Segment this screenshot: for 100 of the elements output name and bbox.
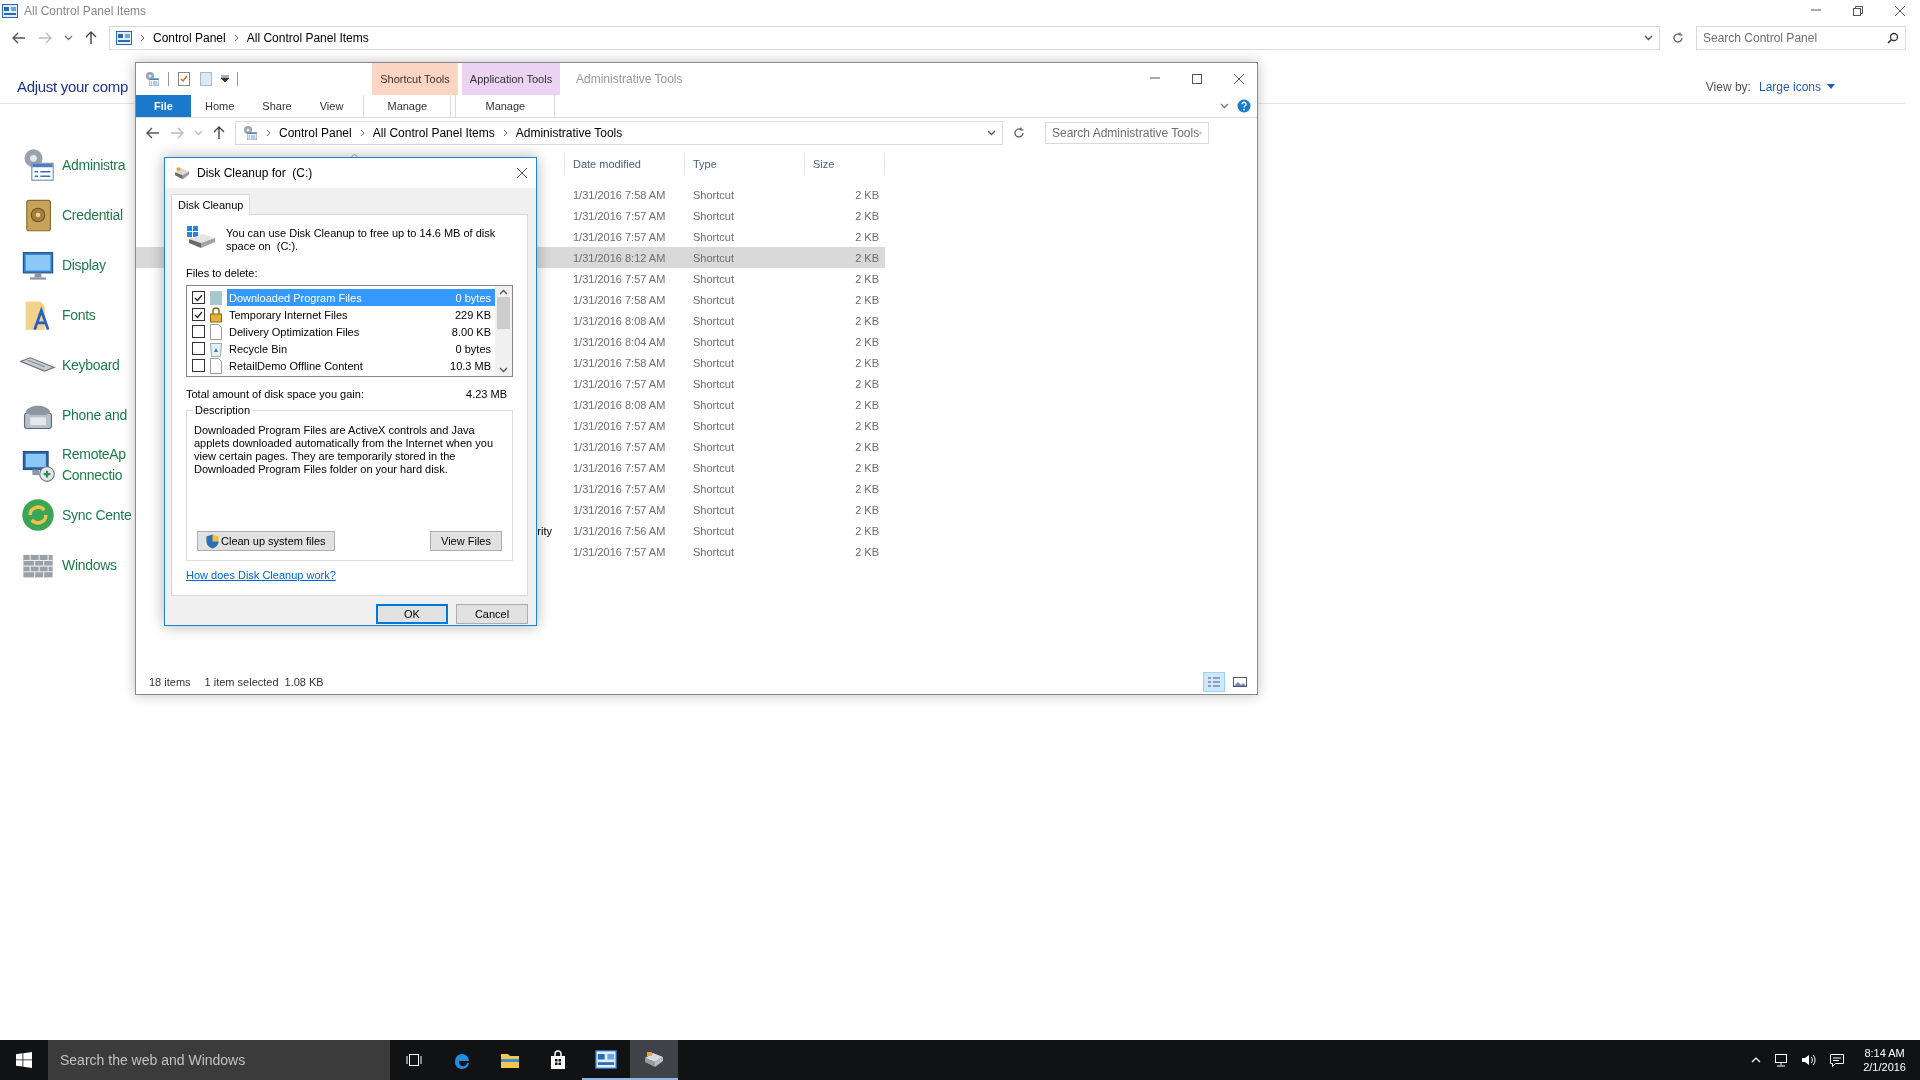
table-cell-text: 2 KB [854, 271, 880, 287]
table-cell-text: 2 KB [854, 229, 880, 245]
list-item[interactable]: Delivery Optimization Files 8.00 KB [227, 323, 495, 340]
view-by-dropdown[interactable]: Large icons [1758, 79, 1835, 94]
breadcrumb[interactable]: Control Panel [279, 126, 352, 140]
help-link[interactable]: How does Disk Cleanup work? [186, 569, 336, 581]
checkbox[interactable] [192, 359, 205, 372]
table-cell-text: Shortcut [692, 292, 735, 308]
clock-time[interactable]: 8:14 AM [1864, 1046, 1905, 1060]
ribbon-tab[interactable]: Manage [363, 95, 452, 117]
ribbon-tab[interactable]: View [305, 95, 358, 117]
folder-icon[interactable] [500, 1051, 520, 1069]
clean-up-system-files-button[interactable]: Clean up system files [197, 531, 335, 551]
clock-date[interactable]: 2/1/2016 [1863, 1060, 1906, 1074]
chevron-right-icon [359, 129, 365, 137]
breadcrumb[interactable]: Administrative Tools [515, 126, 623, 140]
table-cell-text: Shortcut [692, 187, 735, 203]
table-cell-text: 2 KB [854, 397, 880, 413]
control-panel-item[interactable]: Display [62, 254, 106, 276]
drive-icon[interactable] [643, 1050, 665, 1068]
speaker-icon[interactable] [1801, 1053, 1818, 1067]
restore-icon[interactable] [1852, 5, 1864, 17]
maximize-icon[interactable] [1191, 73, 1203, 85]
network-icon[interactable] [1773, 1053, 1790, 1067]
chevron-down-icon[interactable] [499, 367, 508, 373]
control-panel-item[interactable]: Keyboard [62, 354, 120, 376]
table-cell-text: 2 KB [854, 418, 880, 434]
table-cell-text: 1/31/2016 7:57 AM [572, 376, 667, 392]
control-panel-icon[interactable] [595, 1049, 617, 1069]
help-icon[interactable] [1237, 99, 1251, 113]
breadcrumb[interactable]: All Control Panel Items [372, 126, 495, 140]
dropdown-arrow-icon[interactable] [221, 75, 229, 83]
chevron-down-icon[interactable] [64, 35, 73, 41]
back-arrow-icon[interactable] [146, 127, 160, 139]
control-panel-item[interactable]: Sync Cente [62, 504, 132, 526]
control-panel-item[interactable]: Windows [62, 554, 117, 576]
control-panel-item[interactable]: Administra [62, 154, 126, 176]
chevron-up-icon[interactable] [499, 289, 508, 295]
notification-icon[interactable] [1829, 1053, 1846, 1067]
checkbox[interactable] [192, 342, 205, 355]
control-panel-item[interactable]: Credential [62, 204, 123, 226]
scrollbar-thumb[interactable] [497, 297, 510, 329]
file-menu-button[interactable]: File [136, 95, 191, 117]
chevron-down-icon[interactable] [1644, 35, 1653, 41]
back-arrow-icon[interactable] [12, 32, 26, 44]
close-icon[interactable] [1894, 5, 1906, 17]
list-item[interactable]: Recycle Bin 0 bytes [227, 340, 495, 357]
close-icon[interactable] [516, 167, 528, 179]
chevron-down-icon[interactable] [1220, 103, 1229, 109]
control-panel-item[interactable]: Phone and [62, 404, 128, 426]
list-item[interactable]: Temporary Internet Files 229 KB [227, 306, 495, 323]
control-panel-item[interactable]: Connectio [62, 465, 126, 486]
table-cell-text: Shortcut [692, 271, 735, 287]
cancel-button[interactable]: Cancel [456, 604, 528, 624]
checklist-icon[interactable] [177, 71, 191, 87]
caret-up-icon[interactable] [1751, 1057, 1762, 1063]
search-field[interactable]: Search Administrative Tools [1045, 122, 1209, 144]
up-arrow-icon[interactable] [85, 31, 97, 45]
breadcrumb[interactable]: All Control Panel Items [246, 31, 369, 45]
ok-button[interactable]: OK [376, 604, 448, 624]
search-field[interactable]: Search Control Panel [1696, 26, 1906, 50]
tab[interactable]: Disk Cleanup [171, 194, 251, 215]
breadcrumb[interactable]: Control Panel [153, 31, 226, 45]
address-bar[interactable]: Control Panel All Control Panel Items [109, 26, 1660, 50]
refresh-icon[interactable] [1013, 127, 1025, 139]
checkbox[interactable] [192, 291, 205, 304]
table-cell-text: Shortcut [692, 502, 735, 518]
scrollbar[interactable] [495, 286, 512, 376]
up-arrow-icon[interactable] [213, 126, 225, 140]
list-item[interactable]: RetailDemo Offline Content 10.3 MB [227, 357, 495, 374]
item-count: 18 items [149, 676, 191, 688]
task-view-icon[interactable] [406, 1053, 422, 1067]
control-panel-item[interactable]: RemoteAp [62, 444, 126, 465]
ribbon-tab[interactable]: Share [248, 95, 306, 117]
recycle-bin-icon [209, 340, 223, 357]
dialog-message: You can use Disk Cleanup to free up to 14.6 MB of disk space on (C:). [226, 226, 496, 253]
table-cell-text: Shortcut [692, 418, 735, 434]
column-header[interactable]: Date modified [565, 153, 685, 175]
column-header[interactable]: Size [805, 153, 885, 175]
refresh-icon[interactable] [1672, 32, 1684, 44]
chevron-down-icon[interactable] [987, 130, 996, 136]
search-field[interactable]: Search the web and Windows [48, 1040, 390, 1080]
checkbox[interactable] [192, 308, 205, 321]
table-cell-text: Shortcut [692, 313, 735, 329]
taskbar-button[interactable] [630, 1040, 678, 1080]
column-header[interactable]: Type [685, 153, 805, 175]
ribbon-tab[interactable]: Manage [455, 95, 556, 117]
ribbon-tab[interactable]: Home [191, 95, 249, 117]
control-panel-item[interactable]: Fonts [62, 304, 96, 326]
search-icon[interactable] [1887, 32, 1899, 44]
shopping-bag-icon[interactable] [549, 1050, 567, 1070]
address-bar[interactable]: Control Panel All Control Panel Items Administrative Tools [235, 121, 1003, 145]
windows-logo-icon[interactable] [16, 1052, 32, 1068]
control-panel-icon [2, 4, 18, 18]
view-files-button[interactable]: View Files [430, 531, 502, 551]
table-cell-text: 1/31/2016 8:04 AM [572, 334, 667, 350]
table-cell-text: Shortcut [692, 229, 735, 245]
checkbox[interactable] [192, 325, 205, 338]
table-cell-text: Shortcut [692, 355, 735, 371]
close-icon[interactable] [1233, 73, 1245, 85]
